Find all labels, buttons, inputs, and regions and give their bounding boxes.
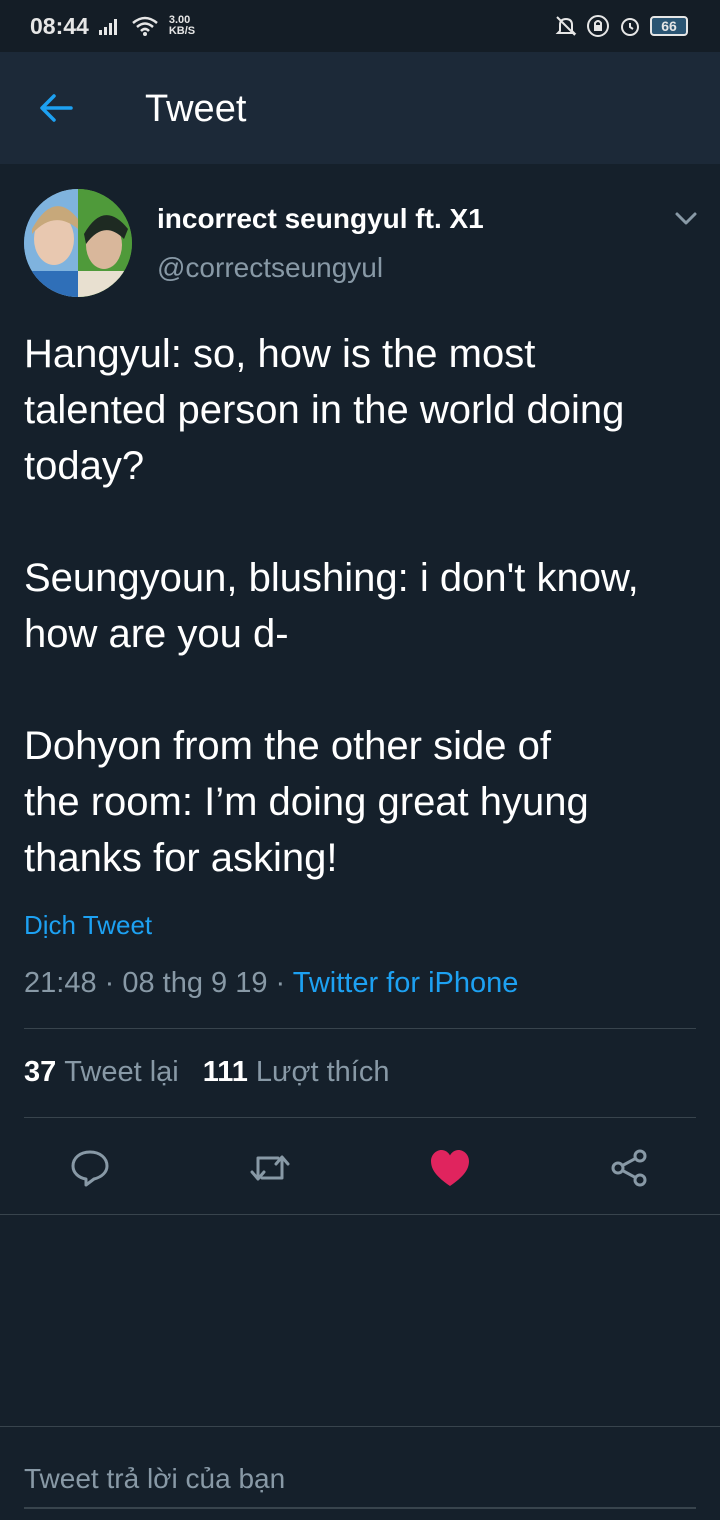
status-bar-right: 66 bbox=[554, 14, 688, 38]
tweet-line: talented person in the world doing bbox=[24, 388, 625, 432]
page-title: Tweet bbox=[145, 88, 247, 130]
tweet-line: how are you d- bbox=[24, 612, 289, 656]
tweet-line: Seungyoun, blushing: i don't know, bbox=[24, 556, 639, 600]
avatar-image bbox=[24, 189, 132, 297]
tweet-line: today? bbox=[24, 444, 145, 488]
retweets-label: Tweet lại bbox=[64, 1056, 179, 1088]
top-app-bar: Tweet bbox=[0, 52, 720, 164]
tweet-text: Hangyul: so, how is the most talented pe… bbox=[24, 326, 704, 886]
network-speed: 3.00 KB/S bbox=[169, 15, 195, 37]
divider bbox=[0, 1214, 720, 1215]
retweet-button[interactable] bbox=[248, 1146, 292, 1190]
tweet-timestamp: 21:48 · 08 thg 9 19 · bbox=[24, 967, 293, 999]
tweet-actions bbox=[0, 1140, 720, 1194]
translate-tweet-link[interactable]: Dịch Tweet bbox=[24, 910, 152, 941]
alarm-icon bbox=[621, 18, 639, 36]
tweet-options-button[interactable] bbox=[672, 206, 700, 230]
retweets-stat[interactable]: 37 Tweet lại bbox=[24, 1056, 179, 1089]
status-bar-left: 08:44 3.00 KB/S bbox=[30, 13, 195, 40]
author-name[interactable]: incorrect seungyul ft. X1 bbox=[157, 203, 484, 235]
arrow-left-icon bbox=[40, 94, 73, 122]
tweet-line: the room: I’m doing great hyung bbox=[24, 780, 589, 824]
tweet-detail-screen: 08:44 3.00 KB/S 66 Tweet incorrect seung… bbox=[0, 0, 720, 1520]
reply-composer bbox=[0, 1426, 720, 1520]
reply-input[interactable] bbox=[24, 1451, 696, 1509]
network-speed-unit: KB/S bbox=[168, 25, 196, 37]
retweets-count: 37 bbox=[24, 1056, 57, 1088]
tweet-source-link[interactable]: Twitter for iPhone bbox=[293, 967, 519, 999]
divider bbox=[24, 1117, 696, 1118]
heart-icon bbox=[431, 1150, 469, 1186]
retweet-icon bbox=[250, 1155, 290, 1181]
reply-icon bbox=[71, 1150, 109, 1187]
back-button[interactable] bbox=[36, 88, 76, 128]
likes-label: Lượt thích bbox=[255, 1056, 390, 1088]
tweet-stats: 37 Tweet lại 111 Lượt thích bbox=[24, 1056, 389, 1089]
author-handle[interactable]: @correctseungyul bbox=[157, 252, 383, 284]
status-time: 08:44 bbox=[30, 12, 89, 39]
likes-stat[interactable]: 111 Lượt thích bbox=[203, 1056, 390, 1089]
lock-rotation-icon bbox=[587, 15, 609, 37]
like-button[interactable] bbox=[428, 1146, 472, 1190]
divider bbox=[24, 1028, 696, 1029]
share-icon bbox=[611, 1149, 647, 1187]
likes-count: 111 bbox=[202, 1056, 248, 1088]
tweet-line: Dohyon from the other side of bbox=[24, 724, 551, 768]
tweet-line: Hangyul: so, how is the most bbox=[24, 332, 536, 376]
tweet-line: thanks for asking! bbox=[24, 836, 338, 880]
bell-muted-icon bbox=[555, 16, 577, 36]
wifi-icon bbox=[132, 16, 158, 36]
tweet-meta: 21:48 · 08 thg 9 19 · Twitter for iPhone bbox=[24, 967, 518, 1000]
status-bar: 08:44 3.00 KB/S 66 bbox=[0, 0, 720, 52]
share-button[interactable] bbox=[607, 1146, 651, 1190]
reply-button[interactable] bbox=[68, 1146, 112, 1190]
chevron-down-icon bbox=[675, 212, 697, 225]
battery-indicator: 66 bbox=[650, 16, 688, 36]
avatar[interactable] bbox=[24, 189, 132, 297]
signal-icon bbox=[98, 19, 117, 35]
